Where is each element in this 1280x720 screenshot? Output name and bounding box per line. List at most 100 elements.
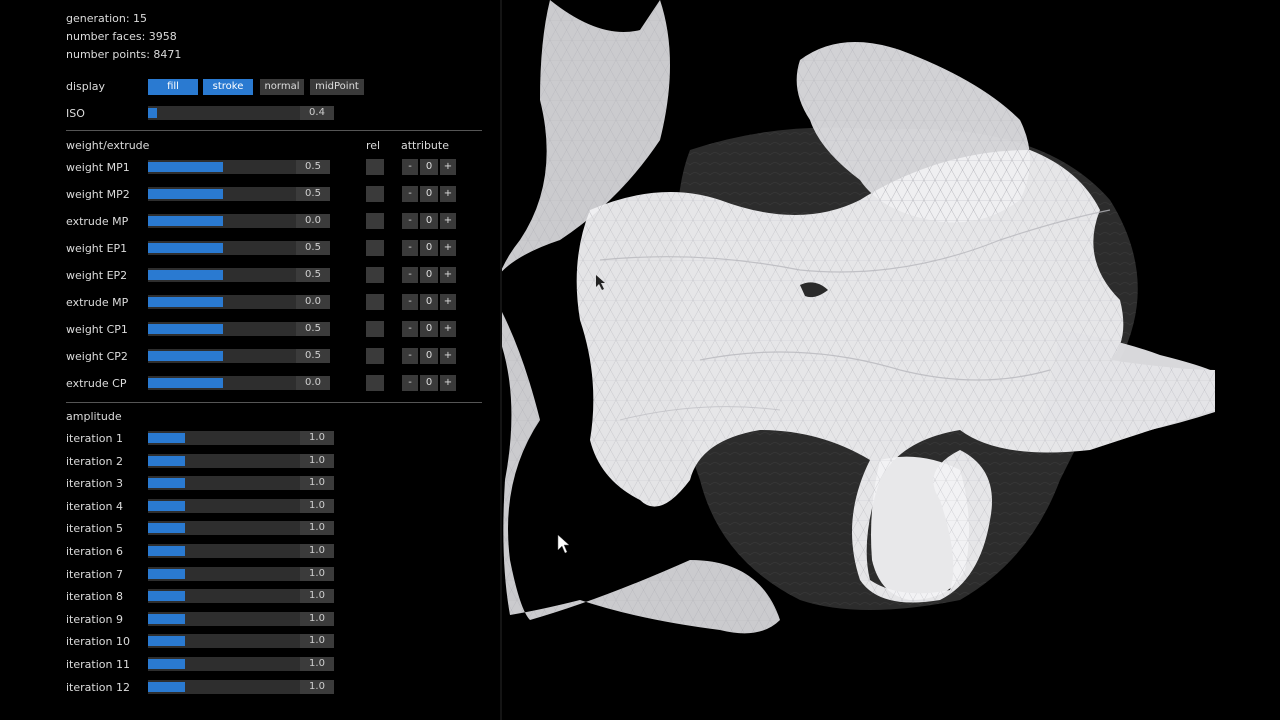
rel-toggle[interactable] xyxy=(366,240,384,256)
weight-slider-value: 0.0 xyxy=(296,214,330,228)
iteration-label: iteration 3 xyxy=(66,477,123,491)
attribute-decrement-button[interactable]: - xyxy=(402,267,418,283)
rel-toggle[interactable] xyxy=(366,186,384,202)
amplitude-slider-fill xyxy=(148,523,185,534)
mesh-render xyxy=(502,0,1215,634)
points-readout: number points: 8471 xyxy=(66,48,182,61)
weight-slider[interactable]: 0.5 xyxy=(148,160,330,174)
rel-toggle[interactable] xyxy=(366,267,384,283)
attribute-decrement-button[interactable]: - xyxy=(402,240,418,256)
amplitude-slider-value: 1.0 xyxy=(300,521,334,536)
attribute-value: 0 xyxy=(420,267,438,283)
attribute-increment-button[interactable]: + xyxy=(440,375,456,391)
weight-slider[interactable]: 0.5 xyxy=(148,322,330,336)
amplitude-slider-fill xyxy=(148,500,185,511)
amplitude-slider[interactable]: 1.0 xyxy=(148,611,334,626)
attribute-decrement-button[interactable]: - xyxy=(402,213,418,229)
rel-toggle[interactable] xyxy=(366,159,384,175)
iteration-label: iteration 7 xyxy=(66,567,123,581)
weight-slider[interactable]: 0.0 xyxy=(148,376,330,390)
attribute-value: 0 xyxy=(420,375,438,391)
weight-row-label: extrude MP xyxy=(66,215,129,228)
rel-toggle[interactable] xyxy=(366,321,384,337)
amplitude-slider[interactable]: 1.0 xyxy=(148,498,334,513)
attribute-stepper: -0 + xyxy=(402,240,456,256)
attribute-increment-button[interactable]: + xyxy=(440,348,456,364)
weight-slider[interactable]: 0.5 xyxy=(148,241,330,255)
amplitude-slider-value: 1.0 xyxy=(300,431,334,445)
attribute-value: 0 xyxy=(420,240,438,256)
weight-slider-value: 0.5 xyxy=(296,322,330,336)
amplitude-slider[interactable]: 1.0 xyxy=(148,634,334,649)
amplitude-slider[interactable]: 1.0 xyxy=(148,589,334,604)
attribute-stepper: -0 + xyxy=(402,267,456,283)
attribute-decrement-button[interactable]: - xyxy=(402,348,418,364)
amplitude-slider[interactable]: 1.0 xyxy=(148,521,334,536)
attribute-increment-button[interactable]: + xyxy=(440,321,456,337)
iso-label: ISO xyxy=(66,107,85,120)
attribute-increment-button[interactable]: + xyxy=(440,267,456,283)
iteration-label: iteration 12 xyxy=(66,680,130,694)
attribute-increment-button[interactable]: + xyxy=(440,186,456,202)
weight-extrude-title: weight/extrude xyxy=(66,139,150,152)
amplitude-slider-fill xyxy=(148,433,185,443)
amplitude-slider[interactable]: 1.0 xyxy=(148,679,334,694)
weight-slider[interactable]: 0.0 xyxy=(148,214,330,228)
amplitude-slider[interactable]: 1.0 xyxy=(148,544,334,558)
amplitude-slider-value: 1.0 xyxy=(300,544,334,558)
amplitude-slider-value: 1.0 xyxy=(300,476,334,491)
weight-slider[interactable]: 0.5 xyxy=(148,187,330,201)
weight-slider-value: 0.5 xyxy=(296,241,330,255)
display-fill-button[interactable]: fill xyxy=(148,79,198,95)
weight-slider-value: 0.5 xyxy=(296,349,330,363)
attribute-decrement-button[interactable]: - xyxy=(402,294,418,310)
iteration-label: iteration 4 xyxy=(66,499,123,513)
attribute-stepper: -0 + xyxy=(402,294,456,310)
display-stroke-button[interactable]: stroke xyxy=(203,79,253,95)
amplitude-slider-value: 1.0 xyxy=(300,657,334,671)
rel-toggle[interactable] xyxy=(366,294,384,310)
weight-slider[interactable]: 0.0 xyxy=(148,295,330,309)
iso-slider[interactable]: 0.4 xyxy=(148,106,334,120)
amplitude-slider-value: 1.0 xyxy=(300,589,334,604)
amplitude-slider-value: 1.0 xyxy=(300,453,334,468)
attribute-stepper: -0 + xyxy=(402,186,456,202)
rel-header: rel xyxy=(366,139,381,152)
iteration-label: iteration 2 xyxy=(66,454,123,468)
amplitude-slider[interactable]: 1.0 xyxy=(148,476,334,491)
weight-slider[interactable]: 0.5 xyxy=(148,268,330,282)
amplitude-title: amplitude xyxy=(66,410,122,423)
attribute-increment-button[interactable]: + xyxy=(440,294,456,310)
amplitude-slider[interactable]: 1.0 xyxy=(148,453,334,468)
amplitude-slider[interactable]: 1.0 xyxy=(148,657,334,671)
attribute-increment-button[interactable]: + xyxy=(440,240,456,256)
amplitude-slider[interactable]: 1.0 xyxy=(148,566,334,581)
attribute-stepper: -0 + xyxy=(402,348,456,364)
rel-toggle[interactable] xyxy=(366,348,384,364)
display-normal-button[interactable]: normal xyxy=(260,79,304,95)
amplitude-slider-value: 1.0 xyxy=(300,634,334,649)
display-midpoint-button[interactable]: midPoint xyxy=(310,79,364,95)
amplitude-slider-fill xyxy=(148,568,185,579)
rel-toggle[interactable] xyxy=(366,213,384,229)
amplitude-slider[interactable]: 1.0 xyxy=(148,431,334,445)
attribute-decrement-button[interactable]: - xyxy=(402,159,418,175)
weight-slider-fill xyxy=(148,243,223,253)
attribute-increment-button[interactable]: + xyxy=(440,213,456,229)
attribute-decrement-button[interactable]: - xyxy=(402,186,418,202)
weight-slider-fill xyxy=(148,297,223,307)
attribute-decrement-button[interactable]: - xyxy=(402,321,418,337)
amplitude-slider-fill xyxy=(148,613,185,624)
amplitude-slider-fill xyxy=(148,636,185,647)
amplitude-slider-value: 1.0 xyxy=(300,679,334,694)
weight-slider[interactable]: 0.5 xyxy=(148,349,330,363)
iteration-label: iteration 8 xyxy=(66,590,123,604)
generation-readout: generation: 15 xyxy=(66,12,148,25)
rel-toggle[interactable] xyxy=(366,375,384,391)
attribute-decrement-button[interactable]: - xyxy=(402,375,418,391)
3d-viewport[interactable] xyxy=(502,0,1280,720)
attribute-increment-button[interactable]: + xyxy=(440,159,456,175)
attribute-value: 0 xyxy=(420,186,438,202)
amplitude-slider-fill xyxy=(148,659,185,669)
iteration-label: iteration 6 xyxy=(66,545,123,558)
